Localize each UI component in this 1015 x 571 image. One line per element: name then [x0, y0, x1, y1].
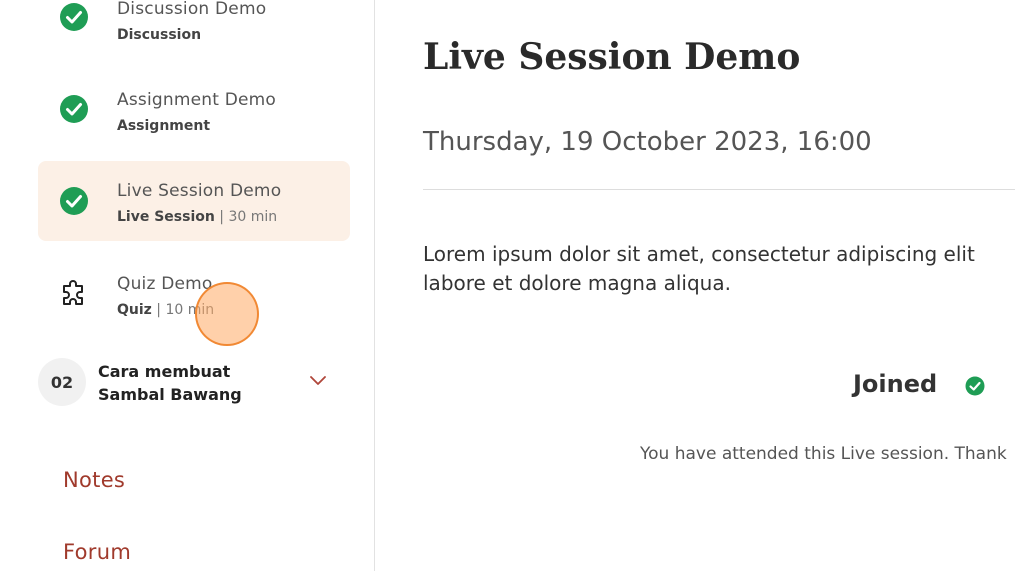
session-date: Thursday, 19 October 2023, 16:00: [423, 127, 872, 157]
lesson-item-assignment[interactable]: Assignment Demo Assignment: [38, 72, 350, 152]
divider: [423, 189, 1015, 190]
section-header-02[interactable]: 02 Cara membuat Sambal Bawang: [38, 354, 350, 414]
chevron-down-icon[interactable]: [308, 370, 328, 390]
lesson-title: Assignment Demo: [117, 90, 277, 110]
forum-link[interactable]: Forum: [63, 540, 131, 564]
check-circle-icon: [60, 95, 88, 123]
lesson-meta: Assignment: [117, 118, 210, 134]
course-sidebar: Discussion Demo Discussion Assignment De…: [0, 0, 375, 571]
joined-status: Joined: [853, 370, 938, 398]
session-description: Lorem ipsum dolor sit amet, consectetur …: [423, 240, 1015, 298]
description-line: Lorem ipsum dolor sit amet, consectetur …: [423, 242, 975, 266]
page-title: Live Session Demo: [423, 36, 801, 78]
section-title: Cara membuat Sambal Bawang: [98, 362, 242, 404]
lesson-title: Live Session Demo: [117, 181, 282, 201]
check-circle-icon: [965, 376, 985, 396]
lesson-type: Assignment: [117, 118, 211, 134]
section-number: 02: [38, 358, 86, 406]
lesson-meta: Discussion: [117, 27, 201, 43]
puzzle-piece-icon: [63, 280, 83, 305]
attended-message: You have attended this Live session. Tha…: [640, 444, 1007, 464]
lesson-item-live-session-active[interactable]: Live Session Demo Live Session | 30 min: [38, 161, 350, 241]
lesson-meta: Live Session | 30 min: [117, 209, 277, 225]
lesson-item-quiz[interactable]: Quiz Demo Quiz | 10 min: [38, 255, 350, 335]
lesson-type: Live Session: [117, 209, 215, 225]
lesson-type: Discussion: [117, 27, 202, 43]
lesson-type: Quiz: [117, 302, 152, 318]
lesson-title: Quiz Demo: [117, 274, 213, 294]
cursor-highlight: [195, 282, 259, 346]
lesson-item-discussion[interactable]: Discussion Demo Discussion: [38, 0, 350, 62]
notes-link[interactable]: Notes: [63, 468, 125, 492]
description-line: labore et dolore magna aliqua.: [423, 271, 731, 295]
check-circle-icon: [60, 187, 88, 215]
lesson-duration: | 30 min: [219, 209, 278, 225]
lesson-title: Discussion Demo: [117, 0, 267, 19]
check-circle-icon: [60, 3, 88, 31]
main-content: Live Session Demo Thursday, 19 October 2…: [375, 0, 1015, 571]
